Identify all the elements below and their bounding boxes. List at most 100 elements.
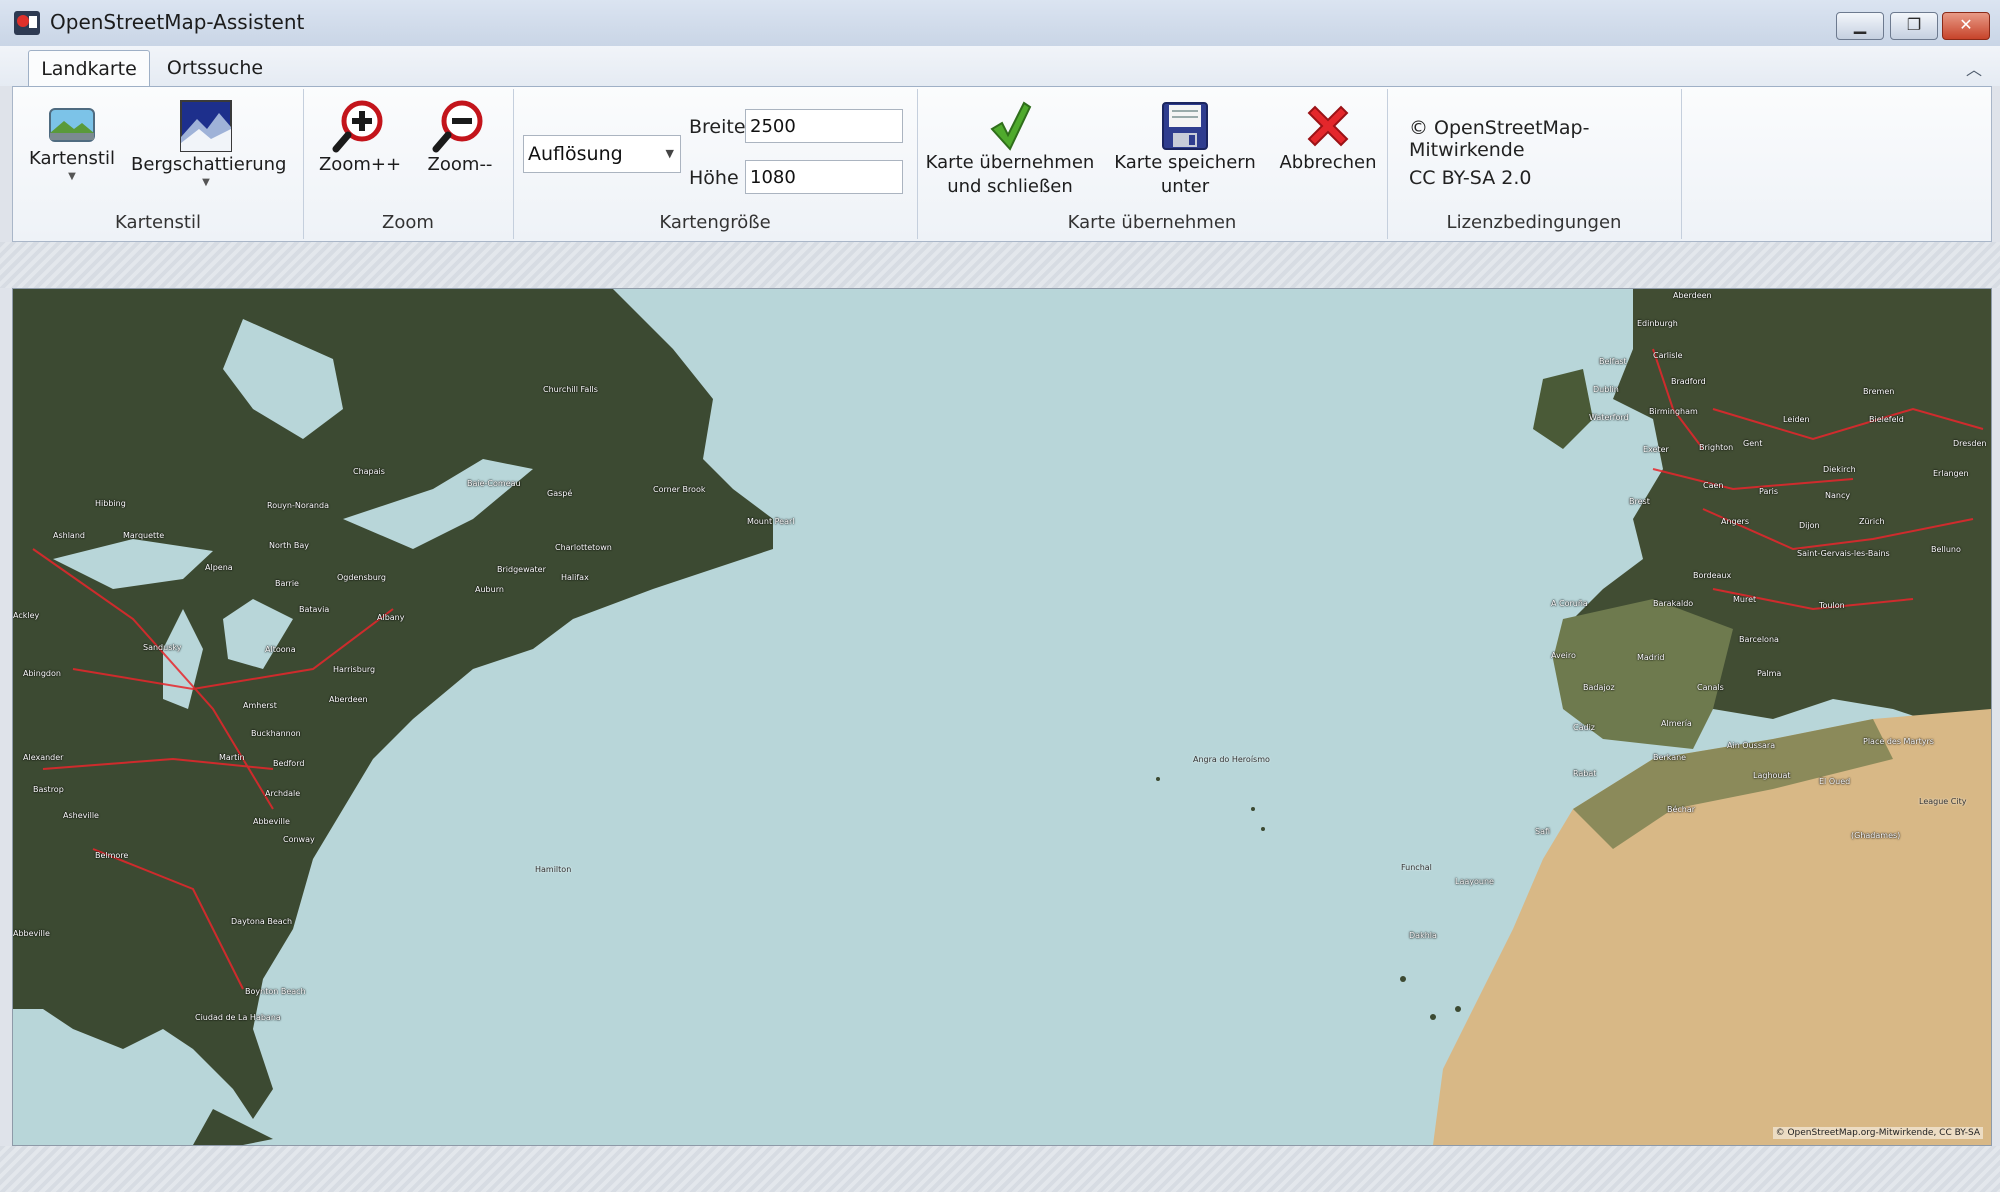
map-label: North Bay [269, 541, 310, 550]
map-label: Bradford [1671, 377, 1706, 386]
map-label: Conway [283, 835, 315, 844]
group-zoom: Zoom++ Zoom-- Zoom [303, 89, 514, 239]
group-kartengroesse: Auflösung ▼ Breite 2500 Höhe 1080 Karten… [513, 89, 918, 239]
ribbon-tabstrip: Landkarte Ortssuche ︿ [0, 46, 2000, 88]
map-label: Palma [1757, 669, 1782, 678]
map-label: Auburn [475, 585, 504, 594]
map-label: League City [1919, 797, 1967, 806]
map-label: Brighton [1699, 443, 1734, 452]
map-label: El Oued [1819, 777, 1851, 786]
red-x-icon [1307, 105, 1349, 147]
zoom-out-label: Zoom-- [427, 154, 493, 175]
map-label: Gaspé [547, 489, 573, 498]
tab-landkarte[interactable]: Landkarte [28, 50, 150, 88]
landscape-icon [49, 108, 95, 142]
map-label: Hamilton [535, 865, 572, 874]
minimize-button[interactable]: ▁ [1836, 12, 1884, 40]
map-label: Altoona [265, 645, 296, 654]
map-label: Leiden [1783, 415, 1810, 424]
map-label: Diekirch [1823, 465, 1856, 474]
map-label: Sandusky [143, 643, 182, 652]
map-label: Erlangen [1933, 469, 1969, 478]
map-label: Ackley [13, 611, 40, 620]
group-label-zoom: Zoom [382, 212, 434, 233]
map-label: Abbeville [13, 929, 50, 938]
map-label: Paris [1759, 487, 1779, 496]
map-label: Asheville [63, 811, 99, 820]
map-label: Ain Oussara [1727, 741, 1776, 750]
checkmark-icon [990, 101, 1032, 151]
map-label: Nancy [1825, 491, 1851, 500]
app-icon [14, 11, 40, 35]
group-lizenzbedingungen: © OpenStreetMap-Mitwirkende CC BY-SA 2.0… [1387, 89, 1682, 239]
zoom-out-icon [432, 100, 483, 153]
height-input[interactable]: 1080 [745, 160, 903, 194]
map-label: Toulon [1819, 601, 1845, 610]
zoom-in-button[interactable]: Zoom++ [315, 99, 405, 177]
map-label: Boynton Beach [245, 987, 306, 996]
map-image[interactable] [13, 289, 1991, 1145]
width-input[interactable]: 2500 [745, 109, 903, 143]
save-as-label-line2: unter [1160, 176, 1210, 197]
map-label: Béchar [1667, 805, 1696, 814]
save-as-label-line1: Karte speichern [1114, 152, 1256, 173]
collapse-ribbon-icon[interactable]: ︿ [1966, 56, 1982, 80]
map-label: Amherst [243, 701, 277, 710]
license-link[interactable]: CC BY-SA 2.0 [1409, 167, 1531, 189]
map-label: Saint-Gervais-les-Bains [1797, 549, 1890, 558]
map-label: Halifax [561, 573, 589, 582]
group-label-kartenstil: Kartenstil [115, 212, 201, 233]
dropdown-arrow-icon: ▼ [68, 171, 76, 182]
map-label: Belfast [1599, 357, 1627, 366]
zoom-out-button[interactable]: Zoom-- [415, 99, 505, 177]
tab-ortssuche[interactable]: Ortssuche [160, 50, 270, 86]
map-label: Marquette [123, 531, 165, 540]
kartenstil-button[interactable]: Kartenstil ▼ [27, 103, 117, 183]
apply-close-button[interactable]: Karte übernehmen und schließen [925, 101, 1095, 199]
bergschattierung-label: Bergschattierung [131, 154, 287, 175]
map-label: Edinburgh [1637, 319, 1678, 328]
map-label: Muret [1733, 595, 1757, 604]
map-label: Cádiz [1573, 723, 1595, 732]
map-label: Bedford [273, 759, 305, 768]
map-label: Berkane [1653, 753, 1687, 762]
map-label: Chapais [353, 467, 385, 476]
map-label: Belluno [1931, 545, 1961, 554]
map-label: Baie-Comeau [467, 479, 521, 488]
save-as-button[interactable]: Karte speichern unter [1107, 101, 1263, 199]
apply-close-label-line1: Karte übernehmen [925, 152, 1095, 173]
maximize-button[interactable]: ❐ [1890, 12, 1938, 40]
width-label: Breite [689, 116, 746, 138]
ribbon: Kartenstil ▼ Bergschattierung ▼ Kartenst… [12, 86, 1992, 242]
map-label: Bridgewater [497, 565, 546, 574]
copyright-link[interactable]: © OpenStreetMap-Mitwirkende [1409, 117, 1681, 161]
cancel-button[interactable]: Abbrechen [1273, 101, 1383, 175]
map-label: Dakhla [1409, 931, 1437, 940]
map-attribution[interactable]: © OpenStreetMap.org-Mitwirkende, CC BY-S… [1772, 1127, 1983, 1139]
group-label-kartengroesse: Kartengröße [659, 212, 771, 233]
restore-icon: ❐ [1906, 15, 1922, 34]
map-label: Harrisburg [333, 665, 376, 674]
map-label: Mount Pearl [747, 517, 795, 526]
map-label: Birmingham [1649, 407, 1698, 416]
group-label-lizenzbedingungen: Lizenzbedingungen [1446, 212, 1622, 233]
resolution-select[interactable]: Auflösung ▼ [523, 135, 681, 173]
map-label: Bielefeld [1869, 415, 1904, 424]
map-label: Carlisle [1653, 351, 1683, 360]
close-button[interactable]: ✕ [1942, 12, 1990, 40]
map-label: Ashland [53, 531, 85, 540]
map-label: Albany [377, 613, 405, 622]
map-label: Funchal [1401, 863, 1432, 872]
ribbon-map-separator [0, 242, 2000, 288]
map-label: Aberdeen [1673, 291, 1712, 300]
map-label: Alpena [205, 563, 233, 572]
bergschattierung-button[interactable]: Bergschattierung ▼ [131, 99, 286, 189]
map-label: Madrid [1637, 653, 1665, 662]
map-label: Canals [1697, 683, 1724, 692]
group-kartenstil: Kartenstil ▼ Bergschattierung ▼ Kartenst… [13, 89, 304, 239]
zoom-in-icon [332, 100, 383, 153]
map-label: Almería [1661, 719, 1692, 728]
map-view[interactable]: Churchill Falls Chapais Baie-Comeau Gasp… [12, 288, 1992, 1146]
map-label: Bremen [1863, 387, 1895, 396]
map-label: Safi [1535, 827, 1551, 836]
